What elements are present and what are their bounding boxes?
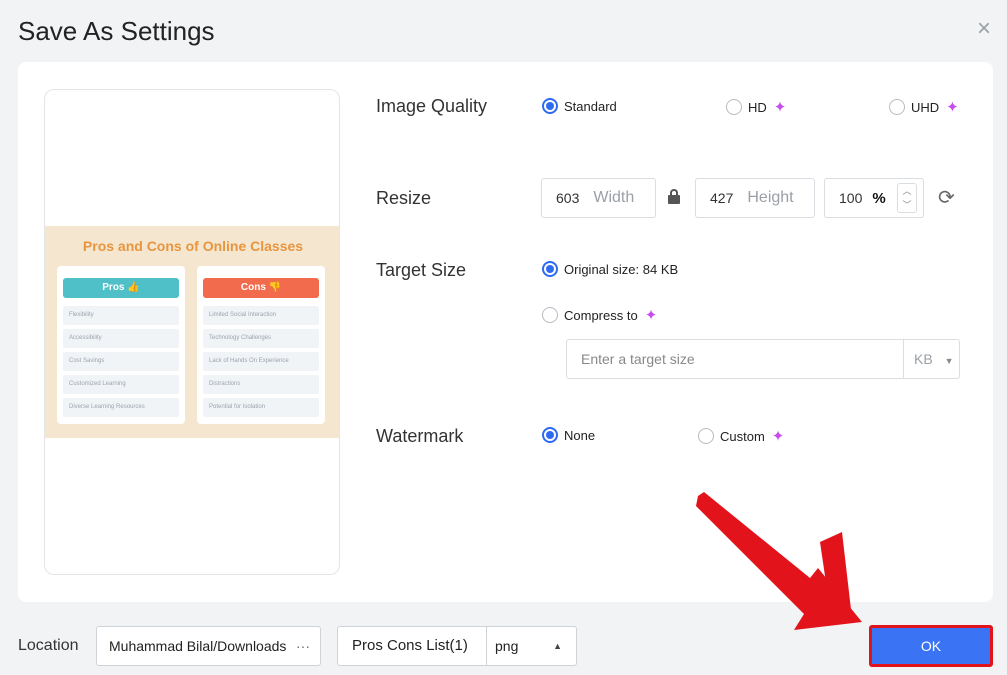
- height-input[interactable]: 427 Height: [695, 178, 815, 218]
- pros-card: Pros 👍 Flexibility Accessibility Cost Sa…: [57, 266, 185, 424]
- file-name-input[interactable]: Pros Cons List(1): [352, 627, 468, 665]
- radio-selected-icon: [542, 98, 558, 114]
- radio-icon: [726, 99, 742, 115]
- width-input[interactable]: 603 Width: [541, 178, 656, 218]
- original-size-radio[interactable]: Original size: 84 KB: [542, 261, 678, 277]
- percent-stepper[interactable]: ︿ ﹀: [897, 183, 917, 213]
- file-name-field: Pros Cons List(1) png ▲: [337, 626, 577, 666]
- location-value: Muhammad Bilal/Downloads: [109, 638, 287, 654]
- width-value: 603: [556, 190, 580, 206]
- ok-button[interactable]: OK: [872, 628, 990, 664]
- list-item: Diverse Learning Resources: [63, 398, 179, 417]
- image-quality-label: Image Quality: [376, 96, 488, 116]
- quality-uhd-radio[interactable]: UHD ✦: [889, 98, 959, 116]
- list-item: Limited Social Interaction: [203, 306, 319, 325]
- list-item: Lack of Hands On Experience: [203, 352, 319, 371]
- dialog-title: Save As Settings: [18, 16, 215, 46]
- list-item: Technology Challenges: [203, 329, 319, 348]
- height-unit: Height: [747, 189, 794, 206]
- target-size-label: Target Size: [376, 260, 467, 280]
- quality-hd-label: HD: [748, 99, 767, 115]
- reset-size-icon[interactable]: ⟳: [938, 185, 955, 210]
- target-size-field: KB ▼: [566, 339, 960, 379]
- premium-star-icon: ✦: [771, 428, 785, 445]
- radio-selected-icon: [542, 261, 558, 277]
- location-label: Location: [18, 637, 79, 654]
- red-arrow-annotation: [696, 492, 862, 630]
- cons-header: Cons 👎: [203, 278, 319, 298]
- radio-selected-icon: [542, 427, 558, 443]
- list-item: Distractions: [203, 375, 319, 394]
- chevron-down-icon[interactable]: ﹀: [898, 198, 916, 212]
- compress-to-radio[interactable]: Compress to ✦: [542, 306, 657, 324]
- preview-title: Pros and Cons of Online Classes: [82, 238, 304, 254]
- premium-star-icon: ✦: [644, 307, 658, 324]
- cons-card: Cons 👎 Limited Social Interaction Techno…: [197, 266, 325, 424]
- more-icon[interactable]: ···: [296, 627, 310, 665]
- radio-icon: [889, 99, 905, 115]
- list-item: Customized Learning: [63, 375, 179, 394]
- target-unit-select[interactable]: KB ▼: [903, 340, 959, 378]
- percent-unit: %: [872, 189, 886, 207]
- caret-down-icon: ▼: [944, 356, 954, 366]
- image-preview: Pros and Cons of Online Classes Pros 👍 F…: [44, 89, 340, 575]
- format-select[interactable]: png ▲: [486, 627, 576, 665]
- watermark-custom-radio[interactable]: Custom ✦: [698, 427, 784, 445]
- lock-icon[interactable]: [667, 189, 681, 204]
- quality-hd-radio[interactable]: HD ✦: [726, 98, 786, 116]
- format-value: png: [495, 638, 519, 654]
- watermark-none-label: None: [564, 427, 596, 443]
- radio-icon: [698, 428, 714, 444]
- target-size-input[interactable]: [567, 340, 902, 378]
- watermark-none-radio[interactable]: None: [542, 427, 595, 443]
- resize-label: Resize: [376, 188, 432, 208]
- watermark-label: Watermark: [376, 426, 464, 446]
- premium-star-icon: ✦: [946, 99, 959, 116]
- location-field[interactable]: Muhammad Bilal/Downloads ···: [96, 626, 321, 666]
- list-item: Potential for Isolation: [203, 398, 319, 417]
- preview-thumbnail: Pros and Cons of Online Classes Pros 👍 F…: [45, 226, 339, 438]
- quality-standard-radio[interactable]: Standard: [542, 98, 617, 114]
- radio-icon: [542, 307, 558, 323]
- watermark-custom-label: Custom: [720, 428, 765, 444]
- compress-to-label: Compress to: [564, 307, 638, 323]
- height-value: 427: [710, 190, 734, 206]
- list-item: Flexibility: [63, 306, 179, 325]
- premium-star-icon: ✦: [773, 99, 787, 116]
- target-unit-value: KB: [914, 351, 933, 367]
- quality-uhd-label: UHD: [911, 99, 940, 115]
- pros-header: Pros 👍: [63, 278, 179, 298]
- list-item: Accessibility: [63, 329, 179, 348]
- quality-standard-label: Standard: [564, 98, 617, 114]
- original-size-label: Original size: 84 KB: [564, 261, 679, 277]
- percent-value: 100: [839, 190, 863, 206]
- list-item: Cost Savings: [63, 352, 179, 371]
- width-unit: Width: [593, 189, 635, 206]
- percent-input[interactable]: 100 % ︿ ﹀: [824, 178, 924, 218]
- chevron-up-icon[interactable]: ︿: [898, 184, 916, 198]
- caret-up-icon: ▲: [553, 641, 562, 651]
- close-icon[interactable]: ×: [973, 17, 995, 41]
